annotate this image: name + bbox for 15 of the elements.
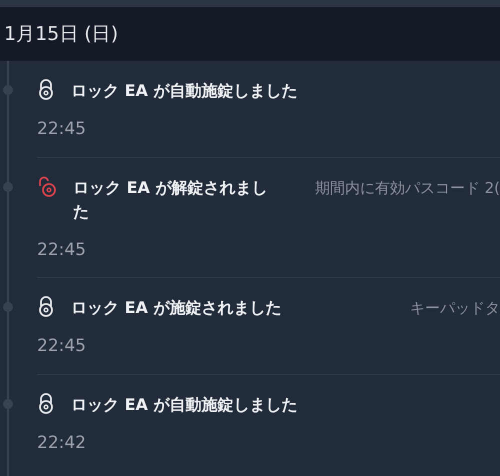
event-title: ロック EA が自動施錠しました	[71, 394, 298, 416]
padlock-icon	[37, 392, 55, 414]
event-detail: 期間内に有効パスコード 2(	[314, 178, 500, 198]
event-time: 22:45	[37, 238, 87, 262]
event-title: ロック EA が自動施錠しました	[71, 80, 298, 102]
event-detail: キーパッドタ	[409, 298, 500, 319]
event-time: 22:45	[37, 118, 87, 141]
padlock-icon	[37, 296, 55, 318]
date-header: 1月15日 (日)	[4, 22, 118, 47]
event-time: 22:42	[37, 432, 87, 454]
event-title: ロック EA が解錠されました	[73, 176, 268, 222]
unlocked-padlock-icon	[37, 176, 57, 198]
padlock-icon	[37, 79, 55, 101]
event-title: ロック EA が施錠されました	[71, 297, 282, 319]
event-time: 22:45	[37, 335, 87, 358]
